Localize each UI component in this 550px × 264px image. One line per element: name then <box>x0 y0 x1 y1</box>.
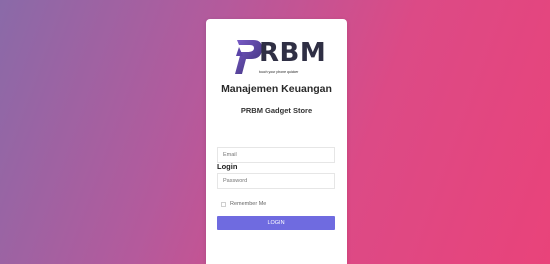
password-field[interactable] <box>217 173 335 189</box>
brand-logo: RBM touch your phone quicker <box>233 36 326 80</box>
store-name: PRBM Gadget Store <box>240 106 313 115</box>
email-field[interactable] <box>217 147 335 163</box>
logo-text: RBM <box>259 38 327 68</box>
remember-me-checkbox[interactable] <box>221 202 226 207</box>
logo-tagline: touch your phone quicker <box>259 70 299 74</box>
login-button[interactable]: LOGIN <box>217 216 335 230</box>
login-card: RBM touch your phone quicker Manajemen K… <box>206 19 347 264</box>
login-section-label: Login <box>217 162 238 171</box>
remember-me-label: Remember Me <box>230 201 267 207</box>
page-title: Manajemen Keuangan <box>221 83 332 95</box>
